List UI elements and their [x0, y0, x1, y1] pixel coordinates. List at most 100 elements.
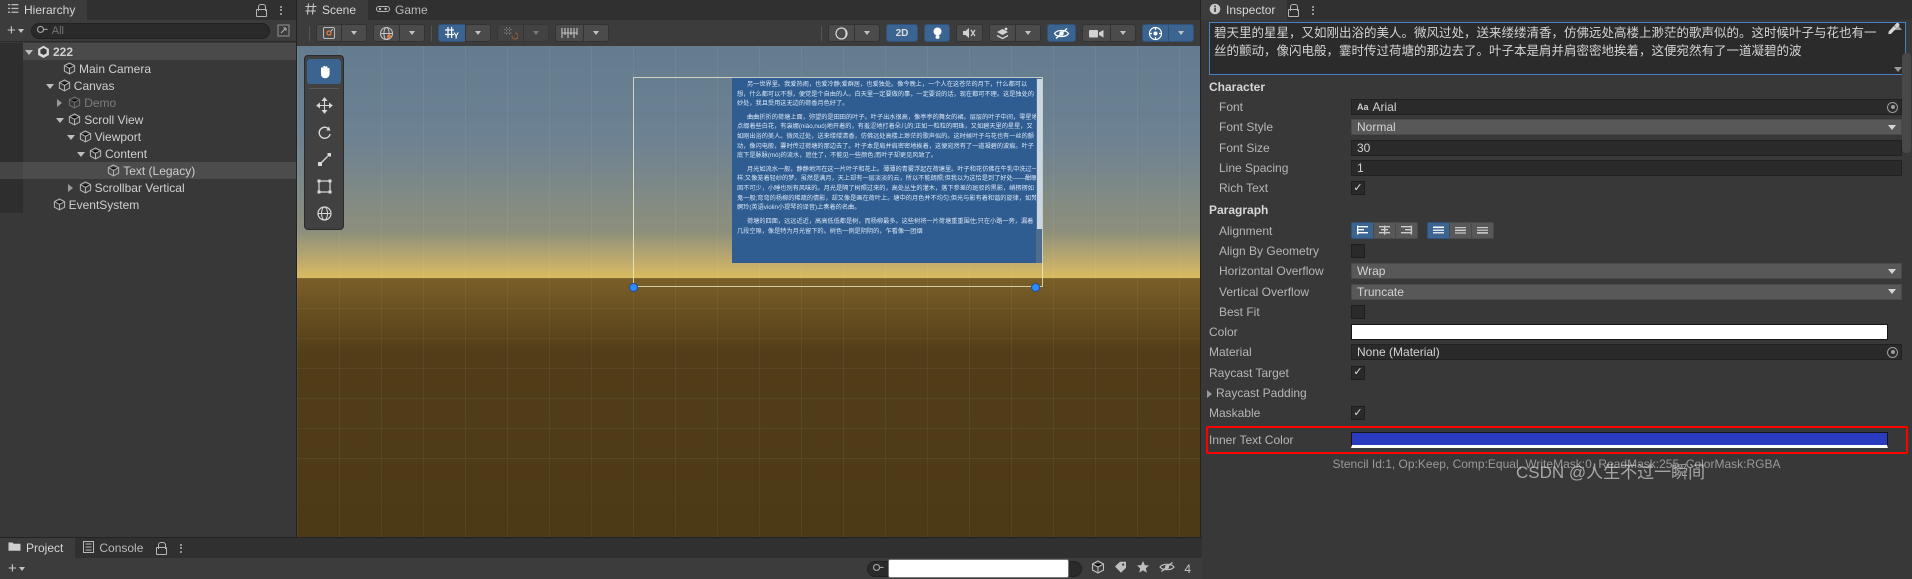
tab-project[interactable]: Project: [0, 538, 76, 558]
material-field[interactable]: None (Material): [1351, 344, 1902, 361]
lock-icon[interactable]: [155, 542, 168, 555]
hierarchy-item-scrollbar-vertical[interactable]: Scrollbar Vertical: [0, 179, 296, 196]
object-picker-icon[interactable]: [1887, 346, 1898, 358]
lock-icon[interactable]: [1287, 4, 1300, 17]
pivot-dropdown[interactable]: [341, 24, 367, 42]
tab-inspector[interactable]: Inspector: [1201, 0, 1288, 20]
align-right-icon[interactable]: [1395, 222, 1418, 240]
grid-snap-y-icon[interactable]: Y: [438, 24, 466, 42]
color-swatch[interactable]: [1351, 324, 1888, 341]
chevron-right-icon[interactable]: [65, 182, 76, 193]
font-style-dropdown[interactable]: Normal: [1351, 119, 1902, 136]
line-spacing-input[interactable]: 1: [1351, 160, 1902, 177]
hierarchy-item-scroll-view[interactable]: Scroll View: [0, 111, 296, 128]
hierarchy-item-main-camera[interactable]: Main Camera: [0, 60, 296, 77]
align-by-geometry-checkbox[interactable]: [1351, 243, 1365, 258]
gizmos-dropdown[interactable]: [1168, 24, 1194, 42]
hierarchy-item-text-legacy[interactable]: Text (Legacy): [0, 162, 296, 179]
hierarchy-search[interactable]: [30, 22, 270, 39]
kebab-menu-icon[interactable]: [275, 5, 287, 15]
hierarchy-item-eventsystem[interactable]: EventSystem: [0, 196, 296, 213]
chevron-down-icon[interactable]: [23, 46, 34, 57]
eyedropper-icon[interactable]: [1887, 22, 1900, 35]
handle-dropdown[interactable]: [399, 24, 425, 42]
best-fit-checkbox[interactable]: [1351, 304, 1365, 319]
scene-visibility-off-icon[interactable]: [1047, 24, 1076, 42]
scroll-down-icon[interactable]: [1893, 67, 1902, 72]
lightbulb-icon[interactable]: [924, 24, 950, 42]
mode-2d-button[interactable]: 2D: [886, 24, 918, 42]
object-picker-icon[interactable]: [1887, 101, 1898, 113]
scene-viewport[interactable]: 另一世界里。我爱热闹，也爱冷静;爱群居，也爱独处。像今晚上，一个人在这苍茫的月下…: [297, 46, 1200, 579]
tab-hierarchy[interactable]: Hierarchy: [0, 0, 88, 20]
shading-dropdown[interactable]: [854, 24, 880, 42]
hierarchy-item-content[interactable]: Content: [0, 145, 296, 162]
ruler-dropdown[interactable]: [583, 24, 609, 42]
inspector-scrollbar[interactable]: [1902, 53, 1911, 153]
kebab-menu-icon[interactable]: [1307, 5, 1319, 15]
maskable-checkbox[interactable]: ✓: [1351, 406, 1365, 421]
favorites-star-icon[interactable]: [1136, 560, 1150, 577]
chevron-right-icon[interactable]: [1204, 388, 1215, 399]
grid-snap-dropdown[interactable]: [465, 24, 491, 42]
text-value-field[interactable]: 碧天里的星星，又如刚出浴的美人。微风过处，送来缕缕清香，仿佛远处高楼上渺茫的歌声…: [1209, 22, 1906, 75]
package-icon[interactable]: [1091, 560, 1105, 577]
align-left-icon[interactable]: [1351, 222, 1374, 240]
chevron-down-icon[interactable]: [54, 114, 65, 125]
scene-camera-icon[interactable]: [1082, 24, 1111, 42]
horizontal-overflow-dropdown[interactable]: Wrap: [1351, 263, 1902, 280]
camera-dropdown[interactable]: [1110, 24, 1136, 42]
gizmos-icon[interactable]: [1142, 24, 1169, 42]
add-gameobject-button[interactable]: +: [4, 22, 27, 39]
chevron-right-icon[interactable]: [54, 97, 65, 108]
tab-scene[interactable]: Scene: [297, 0, 369, 20]
vertical-overflow-dropdown[interactable]: Truncate: [1351, 283, 1902, 300]
shaded-mode-icon[interactable]: [828, 24, 855, 42]
chevron-down-icon[interactable]: [65, 131, 76, 142]
snap-increment-dropdown[interactable]: [523, 24, 549, 42]
chevron-down-icon[interactable]: [44, 80, 55, 91]
selection-handle-left[interactable]: [629, 283, 638, 292]
rect-tool[interactable]: [307, 174, 341, 199]
lock-icon[interactable]: [255, 4, 267, 17]
rotate-tool[interactable]: [307, 120, 341, 145]
effects-dropdown[interactable]: [1015, 24, 1041, 42]
hidden-eye-icon[interactable]: [1159, 561, 1175, 576]
project-search[interactable]: [867, 559, 1083, 578]
project-add-button[interactable]: +: [5, 560, 28, 577]
hierarchy-item-demo[interactable]: Demo: [0, 94, 296, 111]
rich-text-checkbox[interactable]: ✓: [1351, 181, 1365, 196]
kebab-menu-icon[interactable]: [175, 543, 187, 553]
hand-tool[interactable]: [307, 59, 341, 84]
chevron-down-icon[interactable]: [75, 148, 86, 159]
align-top-icon[interactable]: [1427, 222, 1450, 240]
snap-increment-icon[interactable]: [497, 24, 524, 42]
pivot-center-icon[interactable]: [316, 24, 342, 42]
audio-mute-icon[interactable]: [956, 24, 983, 42]
tab-game[interactable]: Game: [368, 0, 440, 20]
align-bottom-icon[interactable]: [1471, 222, 1494, 240]
global-handle-icon[interactable]: [373, 24, 400, 42]
project-search-input[interactable]: [888, 559, 1070, 578]
align-center-icon[interactable]: [1373, 222, 1396, 240]
align-middle-icon[interactable]: [1449, 222, 1472, 240]
tab-console[interactable]: Console: [75, 538, 155, 558]
hierarchy-tree[interactable]: 222 Main Camera Canvas Demo Scroll View Viewp…: [0, 42, 296, 579]
row-alignment: Alignment: [1201, 220, 1912, 240]
ruler-icon[interactable]: [555, 24, 584, 42]
hierarchy-item-viewport[interactable]: Viewport: [0, 128, 296, 145]
hierarchy-search-input[interactable]: [51, 24, 263, 37]
move-tool[interactable]: [307, 93, 341, 118]
transform-tool[interactable]: [307, 201, 341, 226]
selection-handle-right[interactable]: [1031, 283, 1040, 292]
asset-label-icon[interactable]: [1114, 561, 1127, 577]
hierarchy-item-222[interactable]: 222: [0, 43, 296, 60]
plus-label: +: [8, 560, 17, 577]
hierarchy-filter-button[interactable]: [274, 22, 292, 39]
hierarchy-item-canvas[interactable]: Canvas: [0, 77, 296, 94]
raycast-target-checkbox[interactable]: ✓: [1351, 365, 1365, 380]
font-field[interactable]: Aa Arial: [1351, 99, 1902, 116]
font-size-input[interactable]: 30: [1351, 139, 1902, 156]
scale-tool[interactable]: [307, 147, 341, 172]
effects-icon[interactable]: [989, 24, 1016, 42]
